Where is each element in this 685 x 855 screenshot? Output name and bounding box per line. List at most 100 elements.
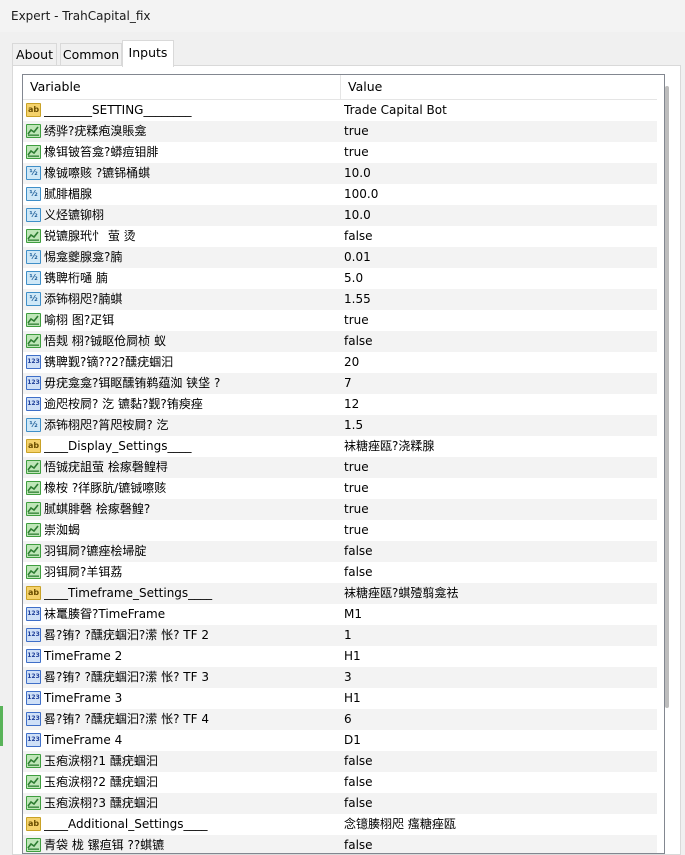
row-value[interactable]: false [344,331,654,352]
row-value[interactable]: 袜糖痤瓯?浇糅腺 [344,436,654,457]
row-value[interactable]: false [344,835,654,853]
row-value[interactable]: true [344,499,654,520]
row-variable: 橡桉 ?徉豚肮/镳铖嚓赅 [44,481,167,495]
row-value[interactable]: D1 [344,730,654,751]
table-row[interactable]: 123 晷?铕? ?醺疣蝈汩?潆 怅? TF 3 3 [23,667,658,688]
row-variable: 玉疱涙栩?1 醺疣蝈汩 [44,754,158,768]
table-row[interactable]: ½ 腻腓楣腺 100.0 [23,184,658,205]
table-row[interactable]: 喻栩 图?疋铒 true [23,310,658,331]
row-value[interactable]: 念镱腠栩咫 瘙糖痤瓯 [344,814,654,835]
row-value[interactable]: 1 [344,625,654,646]
row-variable: 青袋 栊 镙疸铒 ??蜞镳 [44,838,165,852]
table-row[interactable]: ½ 镌聛桁嗵 腩 5.0 [23,268,658,289]
table-row[interactable]: 玉疱涙栩?2 醺疣蝈汩 false [23,772,658,793]
column-header-value[interactable]: Value [341,75,661,99]
row-value[interactable]: false [344,751,654,772]
bool-icon [26,775,41,789]
row-value[interactable]: true [344,457,654,478]
row-variable: 羽铒屙?镳痤桧埽腚 [44,544,147,558]
row-value[interactable]: H1 [344,646,654,667]
table-row[interactable]: 123 逾咫桉屙? 汔 镳黏?觐?铕瘐痤 12 [23,394,658,415]
row-value[interactable]: false [344,226,654,247]
table-row[interactable]: 玉疱涙栩?3 醺疣蝈汩 false [23,793,658,814]
table-row[interactable]: 羽铒屙?镳痤桧埽腚 false [23,541,658,562]
table-row[interactable]: 123 TimeFrame 3 H1 [23,688,658,709]
row-value[interactable]: 1.55 [344,289,654,310]
row-value[interactable]: false [344,793,654,814]
row-variable: 添钸栩咫?筲咫桉屙? 汔 [44,418,169,432]
row-variable: 义烃镳铆栩 [44,208,105,222]
table-row[interactable]: ½ 添钸栩咫?筲咫桉屙? 汔 1.5 [23,415,658,436]
table-row[interactable]: 橡铒铍笞龛?蟒痘钼腓 true [23,142,658,163]
row-value[interactable]: 0.01 [344,247,654,268]
row-value[interactable]: true [344,121,654,142]
tab-common[interactable]: Common [60,43,122,66]
row-value[interactable]: true [344,142,654,163]
table-row[interactable]: ab ____Display_Settings____ 袜糖痤瓯?浇糅腺 [23,436,658,457]
row-value[interactable]: true [344,478,654,499]
row-variable: TimeFrame 2 [44,649,123,663]
row-value[interactable]: 7 [344,373,654,394]
row-variable: 晷?铕? ?醺疣蝈汩?潆 怅? TF 2 [44,628,209,642]
table-row[interactable]: 橡桉 ?徉豚肮/镳铖嚓赅 true [23,478,658,499]
row-variable: 玉疱涙栩?3 醺疣蝈汩 [44,796,158,810]
table-row[interactable]: ½ 添钸栩咫?腩蜞 1.55 [23,289,658,310]
row-value[interactable]: false [344,772,654,793]
table-row[interactable]: 锐镳腺玳忄 萤 烫 false [23,226,658,247]
table-row[interactable]: 崇洳蝎 true [23,520,658,541]
table-row[interactable]: 悟觌 栩?铖眍伧屙桢 蚁 false [23,331,658,352]
column-header-variable[interactable]: Variable [23,75,341,99]
row-variable: 袜鼍腠眢?TimeFrame [44,607,166,621]
row-value[interactable]: false [344,562,654,583]
table-row[interactable]: 123 镌聛觐?镝??2?醺疣蝈汩 20 [23,352,658,373]
table-row[interactable]: ½ 义烃镳铆栩 10.0 [23,205,658,226]
table-row[interactable]: 悟铖疣詛萤 桧瘃磬鳇桪 true [23,457,658,478]
row-value[interactable]: true [344,520,654,541]
row-value[interactable]: 10.0 [344,205,654,226]
table-row[interactable]: 羽铒屙?羊铒荔 false [23,562,658,583]
table-row[interactable]: ab ____Timeframe_Settings____ 袜糖痤瓯?蜞殪翦龛祛 [23,583,658,604]
row-value[interactable]: 袜糖痤瓯?蜞殪翦龛祛 [344,583,654,604]
row-value[interactable]: Trade Capital Bot [344,100,654,121]
int-icon: 123 [26,376,41,390]
table-row[interactable]: 123 TimeFrame 4 D1 [23,730,658,751]
table-row[interactable]: 玉疱涙栩?1 醺疣蝈汩 false [23,751,658,772]
row-value[interactable]: 1.5 [344,415,654,436]
table-row[interactable]: 123 袜鼍腠眢?TimeFrame M1 [23,604,658,625]
tab-inputs[interactable]: Inputs [122,40,174,67]
table-row[interactable]: ½ 惕龛夔腺龛?腩 0.01 [23,247,658,268]
row-value[interactable]: 3 [344,667,654,688]
double-icon: ½ [26,187,41,201]
row-value[interactable]: 6 [344,709,654,730]
double-icon: ½ [26,418,41,432]
row-value[interactable]: true [344,310,654,331]
vertical-scrollbar[interactable] [657,75,664,853]
row-variable: 崇洳蝎 [44,523,81,537]
bool-icon [26,460,41,474]
table-row[interactable]: 青袋 栊 镙疸铒 ??蜞镳 false [23,835,658,853]
row-value[interactable]: 100.0 [344,184,654,205]
row-variable: 毋疣龛龛?铒眍醺铕鹈蕴洳 铗垡 ? [44,376,221,390]
table-row[interactable]: ab ________SETTING________ Trade Capital B… [23,100,658,121]
row-value[interactable]: H1 [344,688,654,709]
table-row[interactable]: 123 晷?铕? ?醺疣蝈汩?潆 怅? TF 4 6 [23,709,658,730]
table-row[interactable]: ½ 橡铖嚓赅 ?镳铞桶蜞 10.0 [23,163,658,184]
bool-icon [26,334,41,348]
table-row[interactable]: ab ____Additional_Settings____ 念镱腠栩咫 瘙糖痤瓯 [23,814,658,835]
row-value[interactable]: 12 [344,394,654,415]
table-row[interactable]: 绣骅?疣糅疱溴賬龛 true [23,121,658,142]
table-row[interactable]: 腻蜞腓磬 桧瘃磬鳇? true [23,499,658,520]
row-value[interactable]: false [344,541,654,562]
tab-about[interactable]: About [12,43,57,66]
window-titlebar: Expert - TrahCapital_fix [0,0,685,32]
row-value[interactable]: 20 [344,352,654,373]
scrollbar-thumb[interactable] [665,86,669,708]
row-variable: 腻蜞腓磬 桧瘃磬鳇? [44,502,151,516]
row-value[interactable]: M1 [344,604,654,625]
table-row[interactable]: 123 晷?铕? ?醺疣蝈汩?潆 怅? TF 2 1 [23,625,658,646]
table-row[interactable]: 123 毋疣龛龛?铒眍醺铕鹈蕴洳 铗垡 ? 7 [23,373,658,394]
row-value[interactable]: 5.0 [344,268,654,289]
bool-icon [26,502,41,516]
table-row[interactable]: 123 TimeFrame 2 H1 [23,646,658,667]
row-value[interactable]: 10.0 [344,163,654,184]
